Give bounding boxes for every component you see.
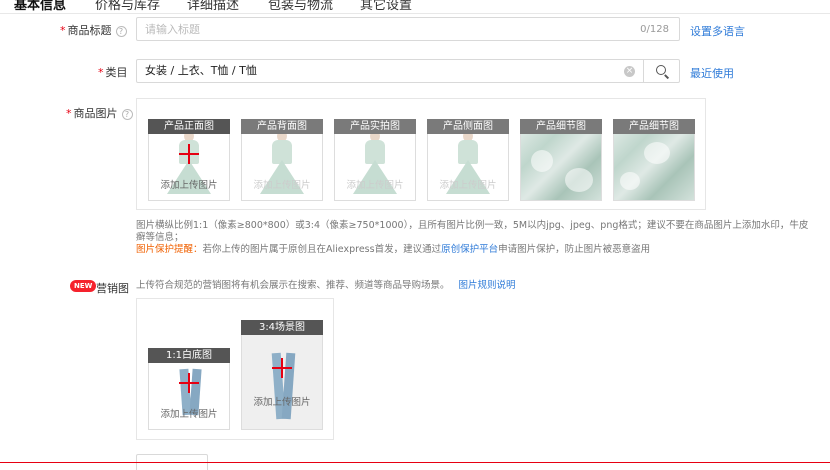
title-char-counter: 0/128 (640, 24, 669, 35)
tab-basic-info[interactable]: 基本信息 (14, 0, 66, 13)
new-badge: NEW (70, 280, 97, 292)
product-images-label: 商品图片 (73, 107, 118, 120)
title-label-wrap: * 商品标题? (60, 22, 127, 38)
note-line-2: 癣等信息； (136, 232, 184, 243)
title-label: 商品标题 (67, 24, 112, 37)
image-slot-side[interactable]: 产品侧面图 添加上传图片 (427, 119, 509, 201)
image-requirements-note: 图片横纵比例1:1（像素≥800*800）或3:4（像素≥750*1000），且… (136, 220, 826, 256)
image-protection-notice: 图片保护提醒：若你上传的图片属于原创且在Aliexpress首发，建议通过原创保… (136, 244, 651, 255)
marketing-slot-white-bg[interactable]: 1:1白底图 添加上传图片 (148, 348, 230, 430)
upload-text: 添加上传图片 (346, 180, 404, 191)
question-circle-icon[interactable]: ? (121, 109, 133, 120)
upload-text: 添加上传图片 (253, 180, 311, 191)
slot-title: 产品实拍图 (334, 119, 416, 134)
upload-text: 添加上传图片 (160, 409, 218, 420)
slot-title: 产品细节图 (520, 119, 602, 134)
title-input-box[interactable]: 0/128 (136, 17, 680, 41)
set-multi-language-link[interactable]: 设置多语言 (690, 23, 745, 39)
image-slot-real-shot[interactable]: 产品实拍图 添加上传图片 (334, 119, 416, 201)
original-protection-platform-link[interactable]: 原创保护平台 (441, 244, 498, 255)
tab-packaging-logistics[interactable]: 包装与物流 (268, 0, 333, 13)
tab-price-stock[interactable]: 价格与库存 (95, 0, 160, 13)
marketing-slot-scene[interactable]: 3:4场景图 添加上传图片 (241, 320, 323, 430)
slot-title: 产品侧面图 (427, 119, 509, 134)
marketing-label: 营销图 (96, 282, 129, 295)
recently-used-link[interactable]: 最近使用 (690, 65, 734, 81)
plus-icon (272, 358, 292, 378)
tab-other-settings[interactable]: 其它设置 (360, 0, 412, 13)
slot-title: 3:4场景图 (241, 320, 323, 335)
product-images-label-wrap: * 商品图片? (66, 105, 133, 121)
category-value: 女装 / 上衣、T恤 / T恤 (145, 64, 257, 77)
upload-text: 添加上传图片 (160, 180, 218, 191)
image-slot-front[interactable]: 产品正面图 添加上传图片 (148, 119, 230, 201)
slot-title: 产品背面图 (241, 119, 323, 134)
image-slot-detail-2[interactable]: 产品细节图 (613, 119, 695, 201)
note-line-1: 图片横纵比例1:1（像素≥800*800）或3:4（像素≥750*1000），且… (136, 220, 809, 231)
title-input[interactable] (145, 18, 579, 40)
marketing-images-panel: 1:1白底图 添加上传图片 3:4场景图 添加上传图片 (136, 298, 334, 440)
category-label-wrap: * 类目 (98, 66, 128, 79)
upload-text: 添加上传图片 (439, 180, 497, 191)
image-rules-link[interactable]: 图片规则说明 (459, 280, 516, 291)
tab-detail-description[interactable]: 详细描述 (187, 0, 239, 13)
upload-text: 添加上传图片 (253, 397, 311, 408)
plus-icon (179, 144, 199, 164)
slot-title: 产品细节图 (613, 119, 695, 134)
marketing-description: 上传符合规范的营销图将有机会展示在搜索、推荐、频道等商品导购场景。 图片规则说明 (136, 280, 516, 291)
bottom-divider (0, 462, 830, 463)
slot-title: 产品正面图 (148, 119, 230, 134)
clear-circle-icon[interactable]: × (624, 66, 635, 77)
image-slot-detail-1[interactable]: 产品细节图 (520, 119, 602, 201)
category-select[interactable]: 女装 / 上衣、T恤 / T恤 × (136, 59, 680, 83)
protection-label: 图片保护提醒： (136, 244, 203, 255)
top-tab-bar: 基本信息 价格与库存 详细描述 包装与物流 其它设置 (0, 0, 830, 14)
slot-title: 1:1白底图 (148, 348, 230, 363)
product-images-panel: 产品正面图 添加上传图片 产品背面图 添加上传图片 产品实拍图 添加上传图片 产… (136, 98, 706, 210)
search-icon (656, 65, 666, 75)
image-slot-back[interactable]: 产品背面图 添加上传图片 (241, 119, 323, 201)
question-circle-icon[interactable]: ? (115, 26, 127, 37)
category-label: 类目 (105, 66, 128, 79)
category-search-button[interactable] (643, 60, 679, 82)
plus-icon (179, 373, 199, 393)
